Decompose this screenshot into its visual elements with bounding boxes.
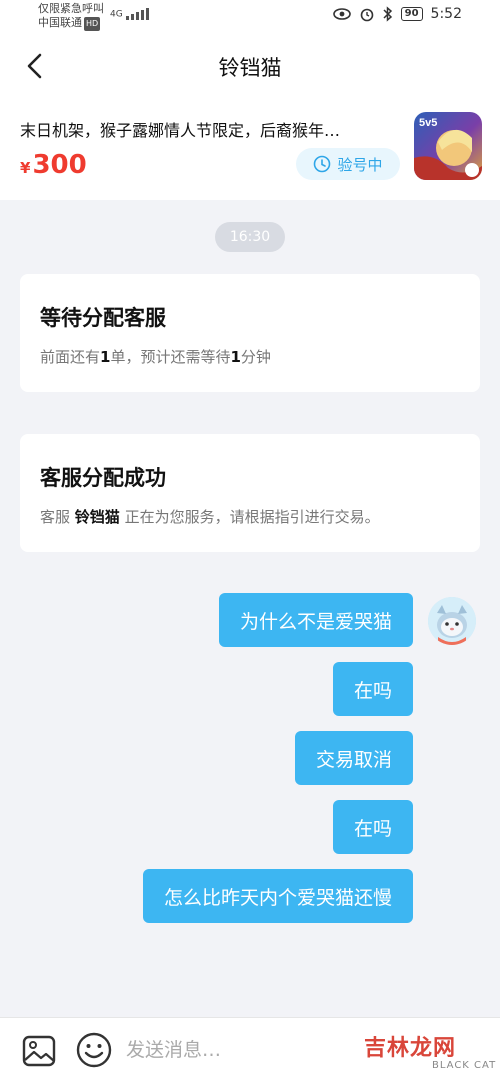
agent-card-desc: 客服 铃铛猫 正在为您服务，请根据指引进行交易。 [40, 508, 380, 526]
carrier-name: 中国联通 [38, 16, 82, 29]
product-card[interactable]: 末日机架，猴子露娜情人节限定，后裔猴年… ¥300 验号中 5v5 [0, 98, 500, 200]
queue-card: 等待分配客服 前面还有1单，预计还需等待1分钟 [20, 274, 480, 392]
avatar[interactable] [428, 597, 476, 645]
watermark-text: 吉林龙网 [364, 1036, 457, 1061]
product-title: 末日机架，猴子露娜情人节限定，后裔猴年… [20, 121, 341, 140]
currency-symbol: ¥ [20, 159, 31, 177]
eye-icon [332, 8, 351, 20]
message-bubble[interactable]: 为什么不是爱哭猫 [218, 593, 413, 647]
watermark-sub: BLACK CAT [432, 1060, 497, 1071]
header: 铃铛猫 [0, 34, 500, 98]
game-icon: 5v5 [414, 112, 482, 180]
message-bubble[interactable]: 怎么比昨天内个爱哭猫还慢 [142, 869, 413, 923]
agent-name: 铃铛猫 [74, 508, 120, 526]
status-badge: 验号中 [296, 148, 400, 180]
bluetooth-icon [383, 6, 392, 22]
status-icons: 90 5:52 [332, 6, 462, 22]
message-bubble[interactable]: 交易取消 [294, 731, 413, 785]
watermark-logo: 吉林龙网 BLACK CAT [362, 1030, 500, 1083]
status-text: 验号中 [337, 155, 383, 174]
message-bubble[interactable]: 在吗 [332, 662, 413, 716]
queue-count: 1 [100, 348, 111, 366]
message-input[interactable] [126, 1035, 346, 1065]
hd-badge: HD [84, 17, 101, 31]
price-value: 300 [32, 150, 87, 180]
queue-card-title: 等待分配客服 [40, 306, 166, 330]
input-bar: 吉林龙网 BLACK CAT [0, 1017, 500, 1083]
page-title: 铃铛猫 [218, 56, 282, 80]
battery-icon: 90 [400, 7, 423, 21]
queue-card-desc: 前面还有1单，预计还需等待1分钟 [40, 348, 271, 366]
agent-assigned-card: 客服分配成功 客服 铃铛猫 正在为您服务，请根据指引进行交易。 [20, 434, 480, 552]
network-type: 4G [110, 9, 123, 20]
image-icon[interactable] [22, 1034, 56, 1068]
product-price: ¥300 [20, 150, 87, 180]
wait-minutes: 1 [230, 348, 241, 366]
chat-timestamp: 16:30 [215, 222, 285, 252]
clock-icon [314, 155, 331, 173]
alarm-icon [360, 8, 373, 22]
message-bubble[interactable]: 在吗 [332, 800, 413, 854]
signal-icon: 4G [110, 8, 152, 20]
emoji-icon[interactable] [76, 1032, 112, 1068]
clock: 5:52 [430, 6, 462, 22]
status-bar: 仅限紧急呼叫 中国联通 HD 4G 90 5:52 [0, 0, 500, 34]
carrier-info: 仅限紧急呼叫 中国联通 HD [38, 2, 104, 31]
agent-card-title: 客服分配成功 [40, 466, 166, 490]
game-icon-label: 5v5 [419, 117, 437, 129]
emergency-text: 仅限紧急呼叫 [38, 2, 104, 15]
